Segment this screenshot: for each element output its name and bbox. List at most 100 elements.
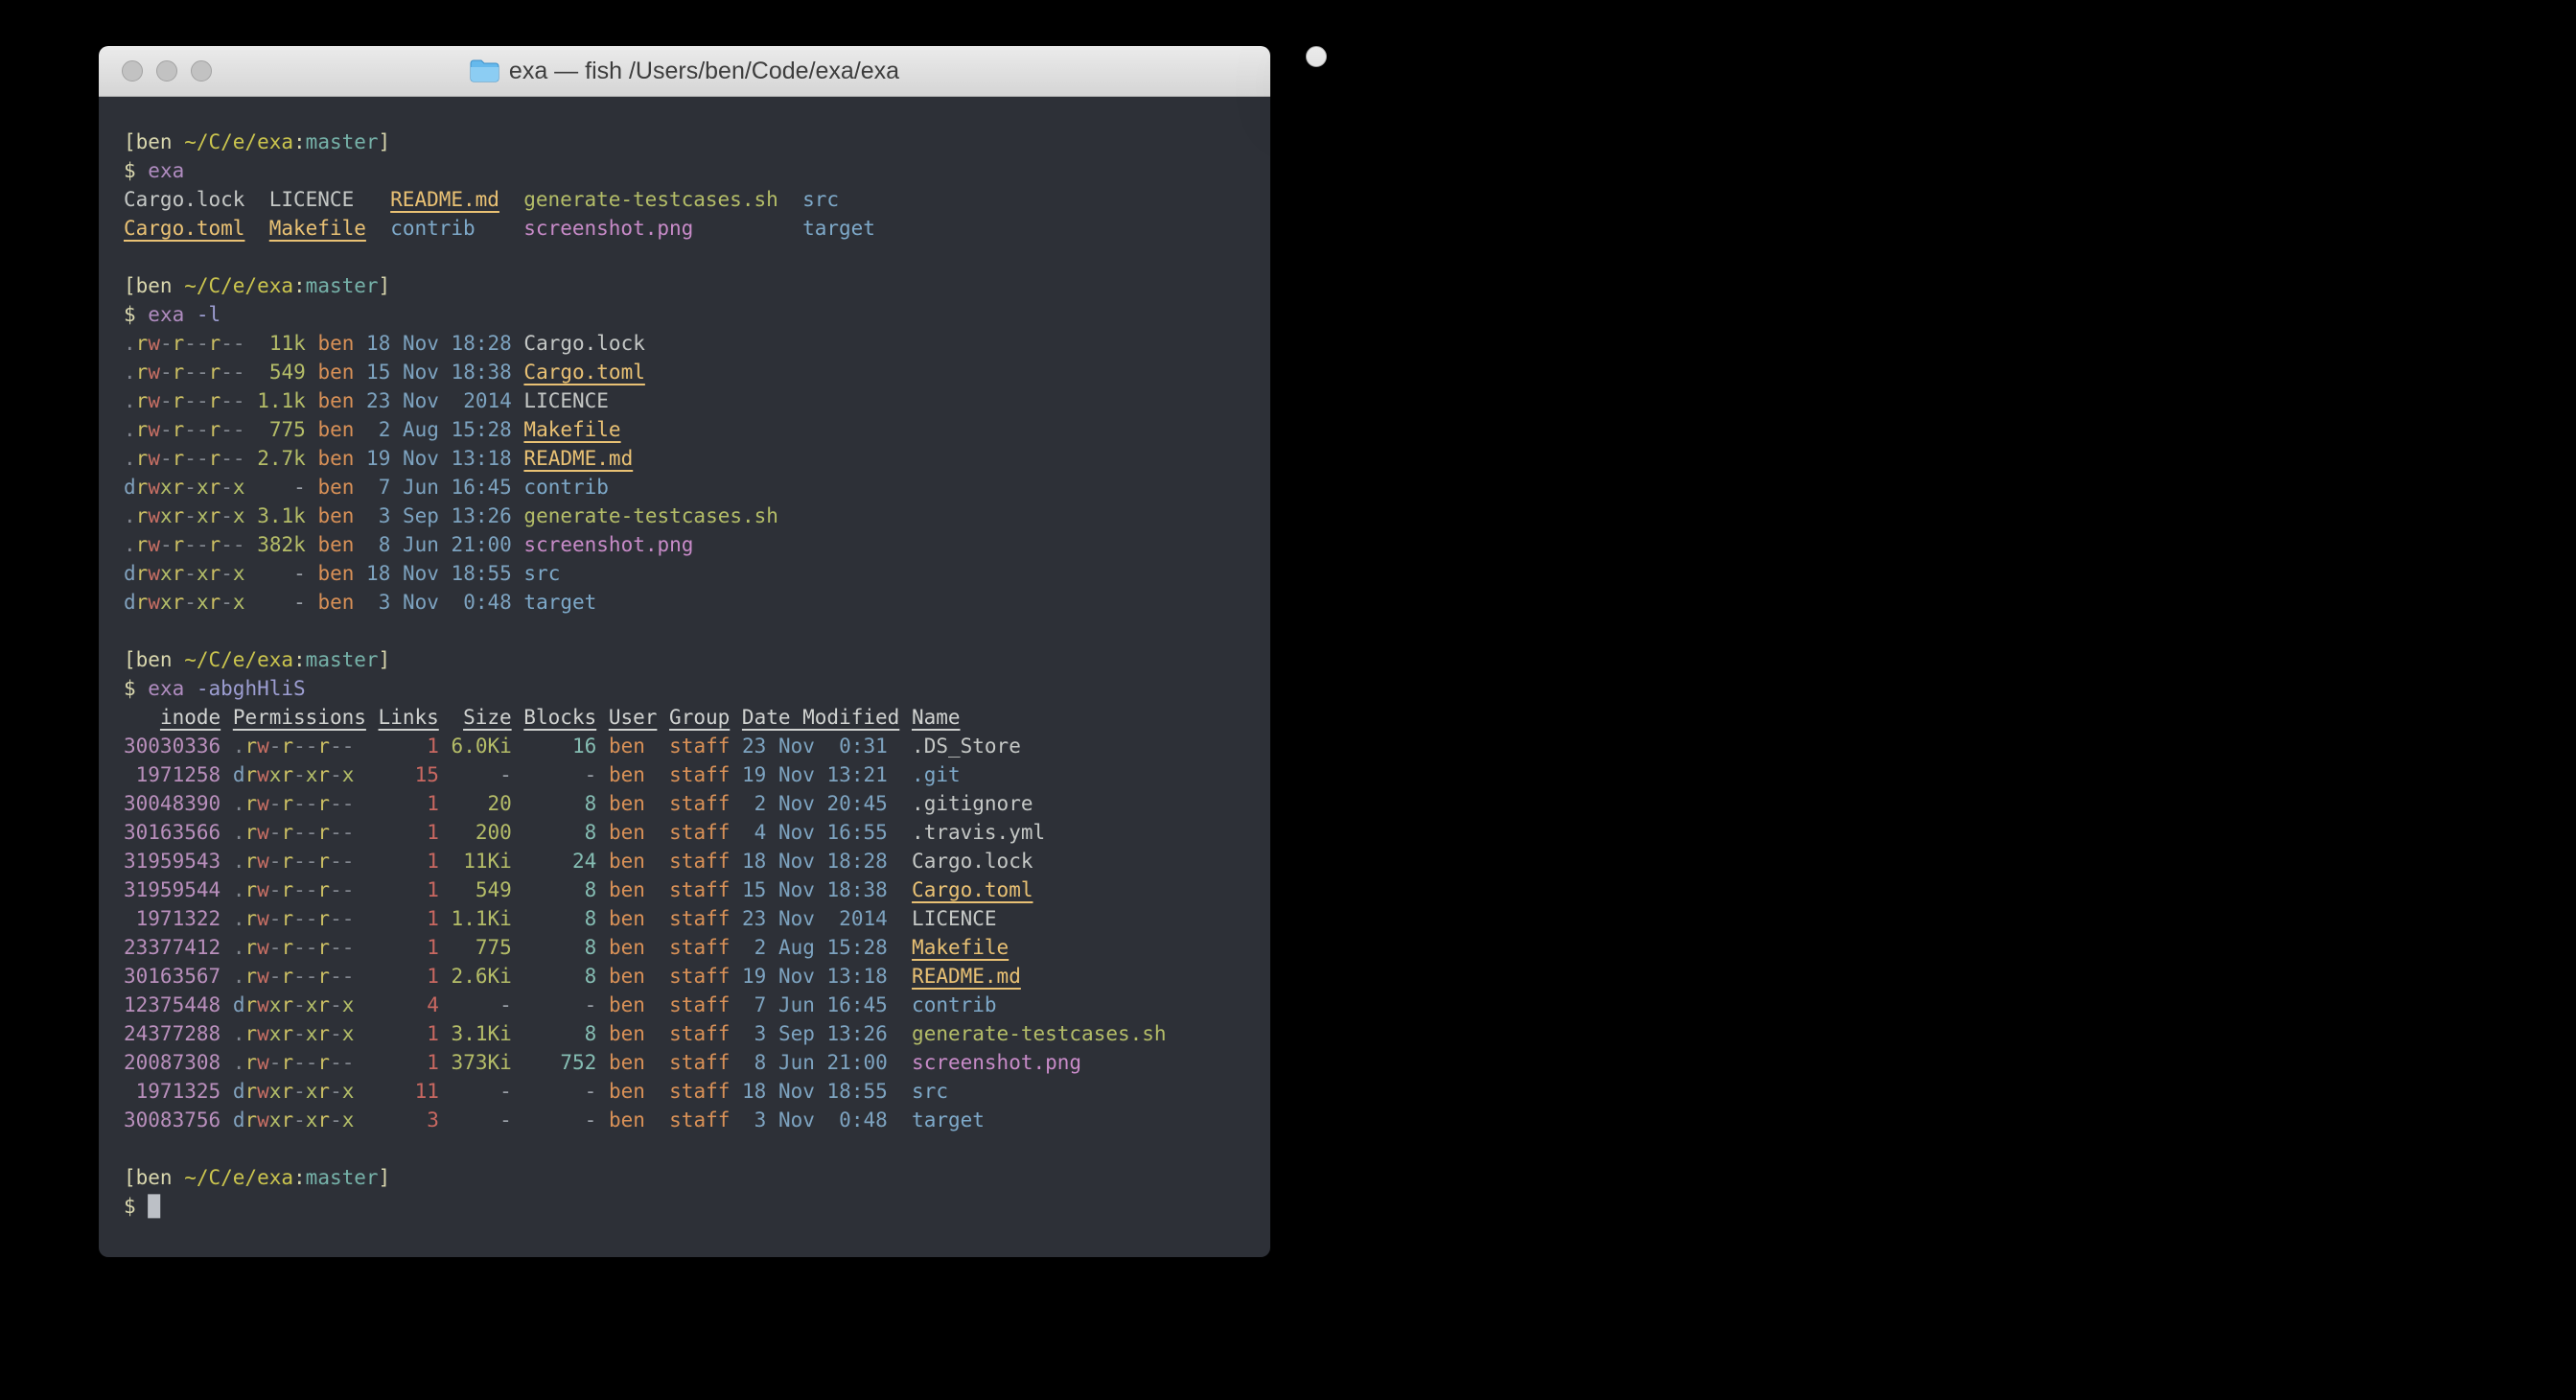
permission-char: d (124, 476, 136, 499)
permission-char: r (281, 907, 293, 930)
titlebar[interactable]: exa — fish /Users/ben/Code/exa/exa (1307, 47, 1326, 67)
permission-char: x (269, 1080, 282, 1103)
terminal-screen[interactable]: [ben ~/C/e/exa:master]$ exaCargo.lock LI… (99, 97, 1270, 1257)
terminal-text-segment: [ben (124, 130, 184, 153)
terminal-text-segment: .travis.yml (912, 821, 1045, 844)
permission-char: - (233, 389, 245, 412)
permission-char: - (293, 965, 306, 988)
permission-char: r (136, 389, 149, 412)
permission-char: - (220, 562, 233, 585)
terminal-text-segment: .gitignore (912, 792, 1033, 815)
permission-char: r (317, 792, 330, 815)
terminal-text-segment: ~/C/e/exa (184, 1166, 293, 1189)
close-button[interactable] (122, 60, 143, 82)
permission-char: x (306, 1080, 318, 1103)
terminal-text-segment (439, 993, 452, 1016)
terminal-line: $ exa -abghHliS (124, 674, 1245, 703)
terminal-text-segment (354, 1022, 378, 1045)
permission-char: . (233, 878, 245, 901)
permission-char: r (209, 504, 221, 527)
terminal-text-segment: 24377288 (124, 1022, 220, 1045)
permission-char: x (233, 562, 245, 585)
terminal-text-segment (354, 907, 378, 930)
terminal-text-segment: screenshot.png (912, 1051, 1081, 1074)
permission-char: r (173, 562, 185, 585)
terminal-text-segment (512, 389, 524, 412)
permission-char: - (342, 907, 355, 930)
terminal-text-segment (220, 1022, 233, 1045)
permission-char: - (160, 361, 173, 384)
terminal-text-segment: 18 Nov 18:28 (366, 332, 512, 355)
terminal-text-segment (354, 476, 366, 499)
permission-char: - (330, 936, 342, 959)
permission-char: - (330, 1108, 342, 1132)
terminal-text-segment (888, 821, 912, 844)
permission-char: - (220, 504, 233, 527)
permission-char: r (281, 936, 293, 959)
permission-char: r (209, 389, 221, 412)
terminal-text-segment (245, 476, 258, 499)
permission-char: w (257, 1080, 269, 1103)
permission-char: w (148, 504, 160, 527)
permission-char: - (293, 907, 306, 930)
terminal-text-segment (596, 763, 609, 786)
terminal-text-segment (730, 850, 742, 873)
terminal-text-segment (354, 792, 378, 815)
permission-char: r (281, 965, 293, 988)
permission-char: x (342, 1080, 355, 1103)
permission-char: - (293, 993, 306, 1016)
permission-char: - (184, 533, 197, 556)
permission-char: - (293, 821, 306, 844)
terminal-text-segment: -abghHliS (197, 677, 306, 700)
permission-char: r (317, 1022, 330, 1045)
permission-char: - (342, 936, 355, 959)
terminal-text-segment (245, 332, 258, 355)
terminal-text-segment (596, 878, 609, 901)
terminal-text-segment: Cargo.toml (124, 217, 244, 240)
permission-char: - (293, 1051, 306, 1074)
permission-char: - (160, 389, 173, 412)
permission-char: x (233, 504, 245, 527)
terminal-line: 30163567 .rw-r--r-- 1 2.6Ki 8 ben staff … (124, 962, 1245, 991)
terminal-window-dark: exa — fish /Users/ben/Code/exa/exa [ben … (99, 46, 1270, 1257)
titlebar[interactable]: exa — fish /Users/ben/Code/exa/exa (99, 46, 1270, 97)
terminal-text-segment (220, 763, 233, 786)
terminal-text-segment: screenshot.png (523, 533, 693, 556)
terminal-text-segment: 1 (379, 907, 439, 930)
terminal-line: Cargo.lock LICENCE README.md generate-te… (124, 185, 1245, 214)
permission-char: r (136, 447, 149, 470)
permission-char: r (281, 1022, 293, 1045)
terminal-text-segment (220, 850, 233, 873)
permission-char: r (244, 792, 257, 815)
terminal-text-segment: 3 Sep 13:26 (366, 504, 512, 527)
terminal-text-segment: 19 Nov 13:18 (742, 965, 888, 988)
terminal-line (124, 617, 1245, 645)
terminal-text-segment: target (912, 1108, 985, 1132)
zoom-button[interactable] (191, 60, 212, 82)
permission-char: x (197, 476, 209, 499)
terminal-text-segment: ben staff (609, 763, 730, 786)
terminal-text-segment (439, 735, 452, 758)
permission-char: - (184, 504, 197, 527)
permission-char: - (269, 735, 282, 758)
terminal-text-segment: src (912, 1080, 948, 1103)
terminal-text-segment (354, 361, 366, 384)
minimize-button[interactable] (156, 60, 177, 82)
permission-char: x (233, 476, 245, 499)
permission-char: w (257, 792, 269, 815)
terminal-text-segment: contrib (912, 993, 997, 1016)
permission-char: x (233, 591, 245, 614)
terminal-text-segment: master (306, 130, 379, 153)
terminal-text-segment: 8 (523, 936, 596, 959)
permission-char: - (306, 907, 318, 930)
permission-char: r (244, 735, 257, 758)
terminal-line: drwxr-xr-x - ben 7 Jun 16:45 contrib (124, 473, 1245, 502)
terminal-text-segment (439, 850, 452, 873)
permission-char: w (148, 389, 160, 412)
terminal-line: $ exa -l (124, 300, 1245, 329)
terminal-text-segment: 7 Jun 16:45 (742, 993, 888, 1016)
terminal-text-segment: 8 (523, 821, 596, 844)
terminal-text-segment (888, 850, 912, 873)
permission-char: r (317, 1108, 330, 1132)
terminal-text-segment: ben staff (609, 735, 730, 758)
